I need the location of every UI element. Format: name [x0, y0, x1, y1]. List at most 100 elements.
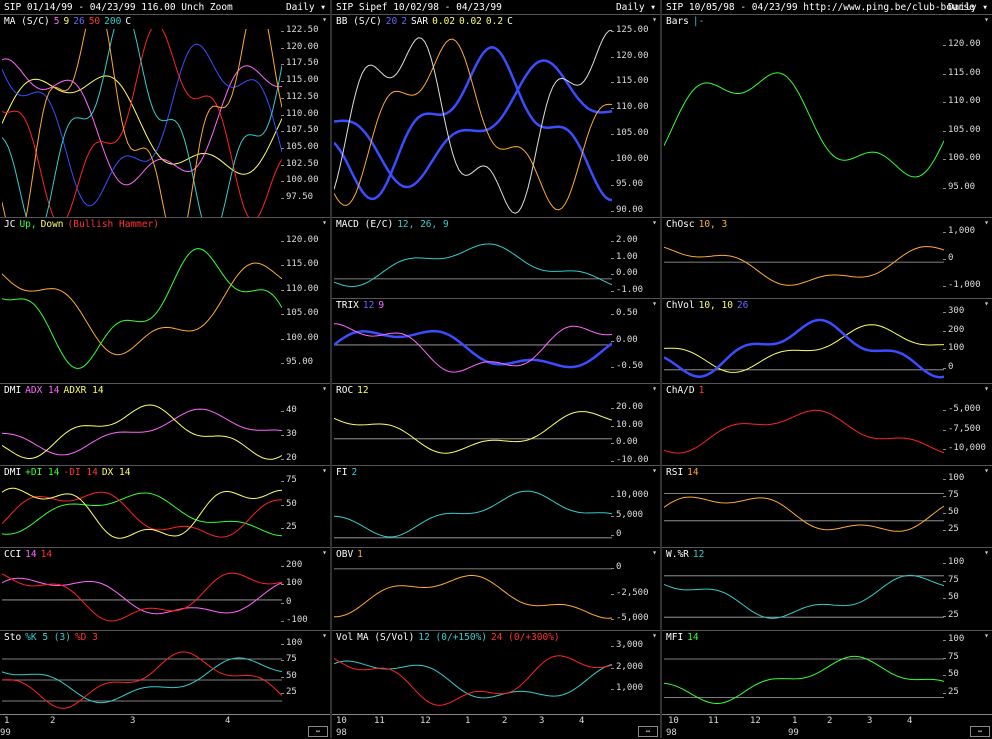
panel-menu-icon[interactable]: ▾ [322, 384, 327, 393]
indicator-panel[interactable]: OBV 1 ▾ 0 -2,500 -5,000 [332, 547, 660, 631]
indicator-panel[interactable]: ChOsc 10, 3 ▾ 1,000 0 -1,000 [662, 217, 992, 299]
period-dropdown[interactable]: Daily [948, 2, 988, 13]
indicator-plot [334, 411, 612, 454]
panel-menu-icon[interactable]: ▾ [652, 548, 657, 557]
indicator-label[interactable]: DMI ADX 14 ADXR 14 [4, 385, 104, 396]
panel-menu-icon[interactable]: ▾ [322, 15, 327, 24]
indicator-label[interactable]: JC Up, Down (Bullish Hammer) [4, 219, 159, 230]
indicator-label[interactable]: ROC 12 [336, 385, 369, 396]
indicator-panel[interactable]: Bars |- ▾ 120.00 115.00 110.00 105.00 100.00 95.… [662, 14, 992, 218]
indicator-param: 14 [25, 549, 37, 560]
indicator-panel[interactable]: Vol MA (S/Vol) 12 (0/+150%) 24 (0/+300%) ▾ 3,… [332, 630, 660, 715]
y-tick-label: 115.00 [281, 259, 319, 270]
scroll-arrows-icon[interactable]: ↔ [308, 726, 328, 737]
y-tick-label: 110.00 [611, 102, 649, 113]
indicator-label[interactable]: MACD (E/C) 12, 26, 9 [336, 219, 449, 230]
indicator-param: 10, 3 [698, 219, 728, 230]
indicator-panel[interactable]: MFI 14 ▾ 100 75 50 25 [662, 630, 992, 715]
x-tick-label: 3 [867, 716, 873, 726]
panel-menu-icon[interactable]: ▾ [652, 631, 657, 640]
panel-menu-icon[interactable]: ▾ [652, 466, 657, 475]
x-axis: 10 11 12 1 2 3 4 98 99 [662, 714, 992, 739]
period-dropdown[interactable]: Daily [286, 2, 326, 13]
indicator-param: +DI 14 [25, 467, 60, 478]
panel-menu-icon[interactable]: ▾ [984, 15, 989, 24]
panel-menu-icon[interactable]: ▾ [322, 218, 327, 227]
y-axis: 3,000 2,000 1,000 [610, 631, 660, 715]
y-axis: 120.00 115.00 110.00 105.00 100.00 95.00 [280, 218, 330, 384]
indicator-param: 12 [357, 385, 369, 396]
indicator-label[interactable]: DMI +DI 14 -DI 14 DX 14 [4, 467, 130, 478]
panel-menu-icon[interactable]: ▾ [652, 299, 657, 308]
indicator-param: 12, 26, 9 [397, 219, 449, 230]
panel-menu-icon[interactable]: ▾ [984, 384, 989, 393]
indicator-label[interactable]: ChVol 10, 10 26 [666, 300, 748, 311]
indicator-param: (Bullish Hammer) [67, 219, 160, 230]
indicator-panel[interactable]: RSI 14 ▾ 100 75 50 25 [662, 465, 992, 548]
indicator-panel[interactable]: DMI +DI 14 -DI 14 DX 14 ▾ 75 50 25 [0, 465, 330, 548]
panel-menu-icon[interactable]: ▾ [322, 466, 327, 475]
panel-menu-icon[interactable]: ▾ [984, 631, 989, 640]
indicator-param: %D 3 [74, 632, 98, 643]
indicator-param: MA (S/Vol) [357, 632, 415, 643]
indicator-line [664, 409, 944, 454]
x-tick-label: 4 [579, 716, 585, 726]
panel-menu-icon[interactable]: ▾ [984, 548, 989, 557]
indicator-panel[interactable]: CCI 14 14 ▾ 200 100 0 -100 [0, 547, 330, 631]
indicator-label[interactable]: CCI 14 14 [4, 549, 52, 560]
y-tick-label: 75 [943, 490, 959, 500]
scroll-arrows-icon[interactable]: ↔ [638, 726, 658, 737]
panel-menu-icon[interactable]: ▾ [984, 466, 989, 475]
indicator-label[interactable]: RSI 14 [666, 467, 699, 478]
indicator-label[interactable]: W.%R 12 [666, 549, 704, 560]
indicator-label[interactable]: MFI 14 [666, 632, 699, 643]
indicator-panel[interactable]: MA (S/C) 5 9 26 50 200 C ▾ 122.50 120.00 117.50 115… [0, 14, 330, 218]
indicator-label[interactable]: Vol MA (S/Vol) 12 (0/+150%) 24 (0/+300%) [336, 632, 560, 643]
panel-menu-icon[interactable]: ▾ [322, 548, 327, 557]
indicator-param: 2 [401, 16, 407, 27]
indicator-plot [664, 72, 944, 178]
indicator-panel[interactable]: DMI ADX 14 ADXR 14 ▾ 40 30 20 [0, 383, 330, 466]
indicator-panel[interactable]: JC Up, Down (Bullish Hammer) ▾ 120.00 115.00 11… [0, 217, 330, 384]
period-dropdown[interactable]: Daily [616, 2, 656, 13]
indicator-label[interactable]: ChA/D 1 [666, 385, 704, 396]
indicator-plot [664, 493, 944, 532]
indicator-panel[interactable]: W.%R 12 ▾ 100 75 50 25 [662, 547, 992, 631]
indicator-label[interactable]: FI 2 [336, 467, 357, 478]
y-tick-label: 105.00 [611, 127, 649, 138]
indicator-label[interactable]: OBV 1 [336, 549, 363, 560]
y-tick-label: -2,500 [611, 587, 649, 598]
indicator-label[interactable]: Sto %K 5 (3) %D 3 [4, 632, 98, 643]
indicator-line [334, 329, 612, 369]
scroll-arrows-icon[interactable]: ↔ [970, 726, 990, 737]
y-tick-label: 105.00 [943, 124, 981, 135]
panel-menu-icon[interactable]: ▾ [322, 631, 327, 640]
indicator-panel[interactable]: FI 2 ▾ 10,000 5,000 0 [332, 465, 660, 548]
indicator-panel[interactable]: ChA/D 1 ▾ -5,000 -7,500 -10,000 [662, 383, 992, 466]
indicator-plot [334, 655, 612, 706]
indicator-line [334, 29, 612, 214]
panel-menu-icon[interactable]: ▾ [652, 218, 657, 227]
indicator-param: 0.2 [485, 16, 504, 27]
indicator-label[interactable]: Bars |- [666, 16, 704, 27]
indicator-label[interactable]: MA (S/C) 5 9 26 50 200 C [4, 16, 131, 27]
indicator-panel[interactable]: ROC 12 ▾ 20.00 10.00 0.00 -10.00 [332, 383, 660, 466]
chart-header: SIP 01/14/99 - 04/23/99 116.00 Unch Zoom… [0, 0, 330, 14]
indicator-label[interactable]: BB (S/C) 20 2 SAR 0.02 0.02 0.2 C [336, 16, 513, 27]
indicator-name: BB (S/C) [336, 16, 382, 27]
indicator-panel[interactable]: TRIX 12 9 ▾ 0.50 0.00 -0.50 [332, 298, 660, 384]
indicator-panel[interactable]: BB (S/C) 20 2 SAR 0.02 0.02 0.2 C ▾ 125.00 120.00 1… [332, 14, 660, 218]
panel-menu-icon[interactable]: ▾ [984, 218, 989, 227]
panel-menu-icon[interactable]: ▾ [652, 384, 657, 393]
indicator-line [664, 246, 944, 286]
panel-menu-icon[interactable]: ▾ [652, 15, 657, 24]
indicator-line [664, 655, 944, 705]
indicator-panel[interactable]: Sto %K 5 (3) %D 3 ▾ 100 75 50 25 [0, 630, 330, 715]
indicator-label[interactable]: ChOsc 10, 3 [666, 219, 727, 230]
panel-menu-icon[interactable]: ▾ [984, 299, 989, 308]
indicator-label[interactable]: TRIX 12 9 [336, 300, 384, 311]
indicator-panel[interactable]: ChVol 10, 10 26 ▾ 300 200 100 0 [662, 298, 992, 384]
indicator-name: TRIX [336, 300, 359, 311]
indicator-panel[interactable]: MACD (E/C) 12, 26, 9 ▾ 2.00 1.00 0.00 -1.00 [332, 217, 660, 299]
y-tick-label: 10,000 [611, 490, 649, 500]
